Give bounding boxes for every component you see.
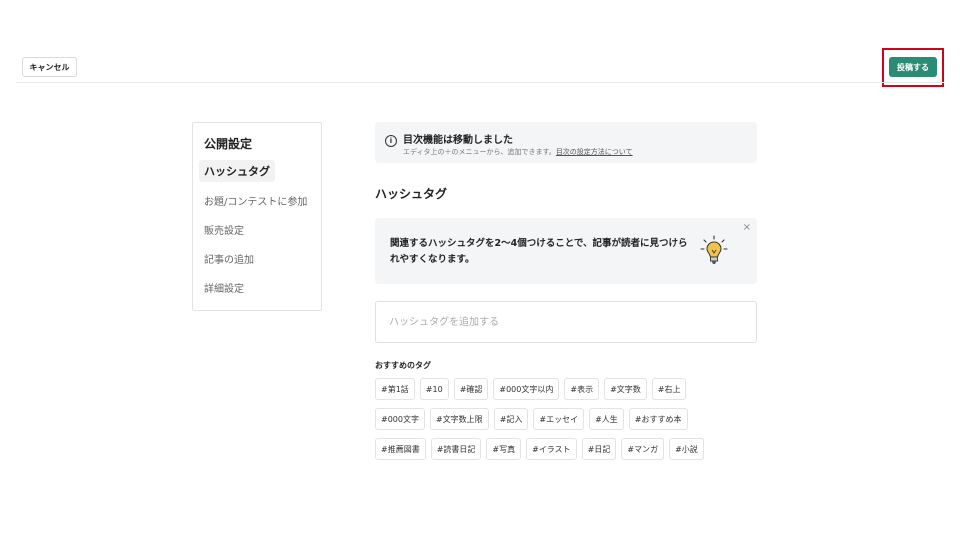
post-button[interactable]: 投稿する	[889, 57, 937, 77]
tag-chip[interactable]: #小説	[669, 438, 704, 460]
tag-chip[interactable]: #確認	[453, 378, 489, 400]
tag-chip[interactable]: #推薦図書	[375, 438, 426, 460]
sidebar-item-sales[interactable]: 販売設定	[199, 218, 249, 240]
notice-subtitle-text: エディタ上の＋のメニューから、追加できます。	[403, 148, 556, 156]
tag-row: #000文字 #文字数上限 #記入 #エッセイ #人生 #おすすめ本	[375, 408, 775, 430]
header-divider	[16, 82, 944, 83]
notice-title: 目次機能は移動しました	[403, 135, 513, 146]
tag-chip[interactable]: #読書日記	[430, 438, 482, 460]
tag-chip[interactable]: #日記	[581, 438, 617, 460]
tag-chip[interactable]: #右上	[651, 378, 687, 400]
sidebar-item-add-article[interactable]: 記事の追加	[199, 247, 259, 269]
close-icon[interactable]: ×	[743, 222, 751, 233]
toc-moved-notice: i 目次機能は移動しました エディタ上の＋のメニューから、追加できます。目次の設…	[375, 122, 757, 163]
tag-chip[interactable]: #文字数上限	[429, 408, 489, 430]
hashtag-tip-box: 関連するハッシュタグを2〜4個つけることで、記事が読者に見つけられやすくなります…	[375, 218, 757, 284]
sidebar-item-hashtag[interactable]: ハッシュタグ	[199, 160, 275, 182]
tag-row: #第1話 #10 #確認 #000文字以内 #表示 #文字数 #右上	[375, 378, 775, 400]
notice-subtitle: エディタ上の＋のメニューから、追加できます。目次の設定方法について	[403, 147, 633, 157]
toc-help-link[interactable]: 目次の設定方法について	[556, 148, 633, 156]
info-icon: i	[385, 135, 397, 147]
tag-chip[interactable]: #記入	[493, 408, 529, 430]
tag-chip[interactable]: #表示	[564, 378, 600, 400]
tag-chip[interactable]: #10	[419, 378, 449, 400]
settings-sidebar: 公開設定 ハッシュタグ お題/コンテストに参加 販売設定 記事の追加 詳細設定	[192, 122, 322, 311]
hashtag-input[interactable]	[375, 301, 757, 343]
tag-chip[interactable]: #人生	[589, 408, 624, 430]
tag-chip[interactable]: #マンガ	[621, 438, 665, 460]
lightbulb-icon	[700, 235, 728, 264]
sidebar-item-contest[interactable]: お題/コンテストに参加	[199, 189, 312, 211]
tag-chip[interactable]: #おすすめ本	[628, 408, 688, 430]
top-bar: キャンセル 投稿する	[0, 0, 960, 87]
tag-chip[interactable]: #第1話	[375, 378, 415, 400]
recommended-tags: #第1話 #10 #確認 #000文字以内 #表示 #文字数 #右上 #000文…	[375, 378, 775, 468]
tag-chip[interactable]: #エッセイ	[533, 408, 585, 430]
cancel-button[interactable]: キャンセル	[22, 57, 77, 77]
tag-chip[interactable]: #イラスト	[526, 438, 577, 460]
sidebar-title: 公開設定	[204, 137, 253, 151]
recommended-tags-title: おすすめのタグ	[375, 361, 431, 370]
hashtag-section-title: ハッシュタグ	[375, 187, 448, 201]
tag-chip[interactable]: #写真	[486, 438, 522, 460]
sidebar-item-details[interactable]: 詳細設定	[199, 276, 249, 298]
tag-chip[interactable]: #000文字	[375, 408, 425, 430]
tag-row: #推薦図書 #読書日記 #写真 #イラスト #日記 #マンガ #小説	[375, 438, 775, 460]
tag-chip[interactable]: #000文字以内	[493, 378, 560, 400]
hashtag-tip-text: 関連するハッシュタグを2〜4個つけることで、記事が読者に見つけられやすくなります…	[390, 238, 688, 265]
tag-chip[interactable]: #文字数	[604, 378, 647, 400]
